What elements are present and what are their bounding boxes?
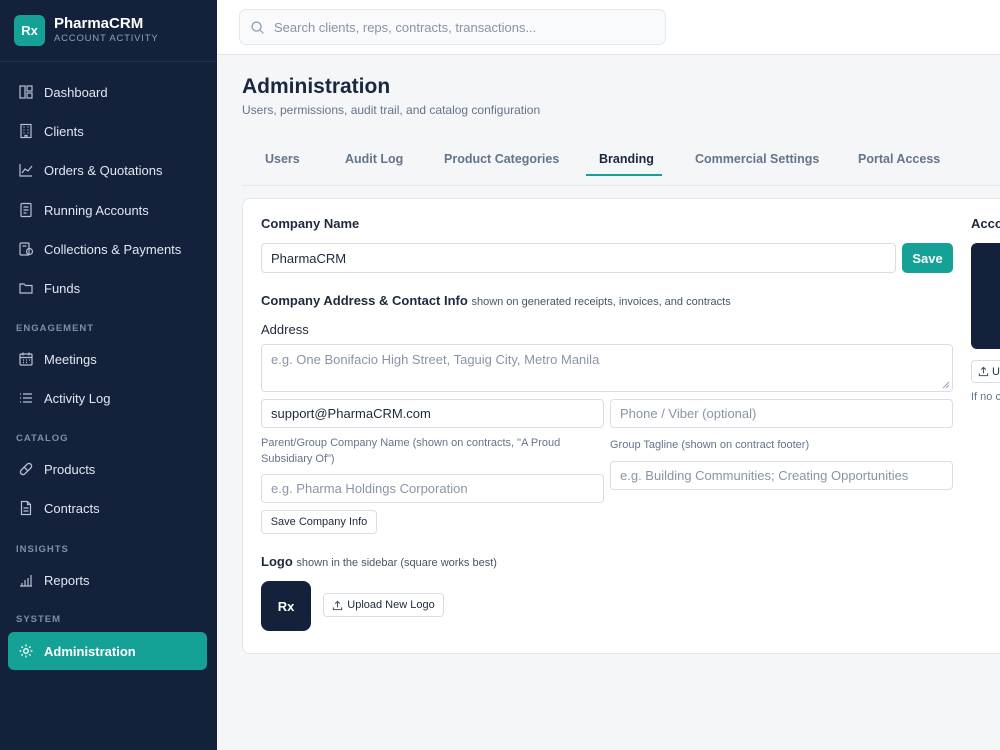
sidebar-item-label: Clients — [44, 123, 84, 139]
right-panel-note: If no c — [971, 391, 1000, 403]
sidebar-item-label: Reports — [44, 572, 90, 588]
sidebar-item-products[interactable]: Products — [8, 451, 207, 487]
right-panel-upload-label: U — [992, 365, 1000, 378]
address-label: Address — [261, 322, 309, 337]
brand-logo[interactable]: Rx — [14, 15, 45, 46]
sidebar-item-meetings[interactable]: Meetings — [8, 341, 207, 377]
brand-subtitle: ACCOUNT ACTIVITY — [54, 33, 159, 44]
bar-chart-icon — [18, 572, 34, 588]
sidebar-item-dashboard[interactable]: Dashboard — [8, 74, 207, 110]
search-input[interactable] — [274, 19, 644, 35]
sidebar-item-orders[interactable]: Orders & Quotations — [8, 152, 207, 188]
phone-field[interactable] — [610, 399, 953, 428]
email-field[interactable] — [261, 399, 604, 428]
upload-icon — [978, 366, 989, 377]
payments-icon — [18, 241, 34, 257]
logo-heading: Logo shown in the sidebar (square works … — [261, 554, 497, 569]
sidebar-item-label: Contracts — [44, 500, 100, 516]
parent-company-label: Parent/Group Company Name (shown on cont… — [261, 437, 561, 465]
folder-icon — [18, 280, 34, 296]
sidebar-item-running-accounts[interactable]: Running Accounts — [8, 192, 207, 228]
sidebar-item-label: Running Accounts — [44, 202, 149, 218]
ledger-icon — [18, 202, 34, 218]
section-insights: INSIGHTS — [16, 544, 69, 555]
document-icon — [18, 500, 34, 516]
search-box[interactable] — [239, 9, 666, 45]
sidebar-item-label: Meetings — [44, 351, 97, 367]
section-engagement: ENGAGEMENT — [16, 323, 95, 334]
sidebar-item-label: Collections & Payments — [44, 241, 182, 257]
contact-info-heading: Company Address & Contact Info shown on … — [261, 293, 731, 308]
contact-info-note: shown on generated receipts, invoices, a… — [471, 296, 731, 308]
gear-icon — [18, 643, 34, 659]
section-system: SYSTEM — [16, 614, 62, 625]
save-button[interactable]: Save — [902, 243, 953, 273]
tab-commercial-settings[interactable]: Commercial Settings — [695, 152, 819, 166]
right-panel-title: Acco — [971, 216, 1000, 231]
parent-company-field[interactable] — [261, 474, 604, 503]
right-panel-preview — [971, 243, 1000, 349]
logo-title: Logo — [261, 554, 293, 569]
tab-branding[interactable]: Branding — [599, 152, 654, 166]
address-field[interactable] — [261, 344, 953, 392]
sidebar-item-collections[interactable]: Collections & Payments — [8, 231, 207, 267]
upload-icon — [333, 600, 343, 610]
logo-preview: Rx — [261, 581, 311, 631]
page-title: Administration — [242, 75, 391, 98]
sidebar-item-label: Products — [44, 461, 96, 477]
chart-line-icon — [18, 162, 34, 178]
sidebar-item-label: Activity Log — [44, 390, 111, 406]
brand-name: PharmaCRM — [54, 15, 144, 32]
save-company-info-button[interactable]: Save Company Info — [261, 510, 377, 534]
sidebar-item-label: Dashboard — [44, 84, 108, 100]
sidebar-item-label: Orders & Quotations — [44, 162, 163, 178]
group-tagline-label: Group Tagline (shown on contract footer) — [610, 439, 810, 451]
upload-logo-button[interactable]: Upload New Logo — [323, 593, 444, 617]
right-panel-upload-button[interactable]: U — [971, 360, 1000, 383]
tab-audit-log[interactable]: Audit Log — [345, 152, 403, 166]
page-subtitle: Users, permissions, audit trail, and cat… — [242, 103, 541, 117]
building-icon — [18, 123, 34, 139]
active-tab-indicator — [586, 174, 662, 176]
logo-note: shown in the sidebar (square works best) — [296, 557, 497, 569]
sidebar-item-reports[interactable]: Reports — [8, 562, 207, 598]
dashboard-icon — [18, 84, 34, 100]
search-icon — [250, 20, 265, 35]
sidebar-item-activity-log[interactable]: Activity Log — [8, 380, 207, 416]
contact-info-title: Company Address & Contact Info — [261, 293, 468, 308]
pill-icon — [18, 461, 34, 477]
sidebar: Rx PharmaCRM ACCOUNT ACTIVITY Dashboard … — [0, 0, 217, 750]
tab-users[interactable]: Users — [265, 152, 300, 166]
calendar-icon — [18, 351, 34, 367]
sidebar-item-funds[interactable]: Funds — [8, 270, 207, 306]
sidebar-item-contracts[interactable]: Contracts — [8, 490, 207, 526]
company-name-input[interactable] — [261, 243, 896, 273]
tab-portal-access[interactable]: Portal Access — [858, 152, 940, 166]
sidebar-item-clients[interactable]: Clients — [8, 113, 207, 149]
company-name-label: Company Name — [261, 216, 360, 231]
sidebar-item-administration[interactable]: Administration — [8, 632, 207, 670]
topbar — [217, 0, 1000, 55]
sidebar-item-label: Funds — [44, 280, 81, 296]
sidebar-item-label: Administration — [44, 643, 136, 659]
brand: Rx PharmaCRM ACCOUNT ACTIVITY — [0, 0, 217, 62]
section-catalog: CATALOG — [16, 433, 69, 444]
group-tagline-field[interactable] — [610, 461, 953, 490]
upload-logo-label: Upload New Logo — [347, 599, 435, 611]
tab-bar: Users Audit Log Product Categories Brand… — [242, 142, 1000, 186]
tab-product-categories[interactable]: Product Categories — [444, 152, 559, 166]
list-icon — [18, 390, 34, 406]
